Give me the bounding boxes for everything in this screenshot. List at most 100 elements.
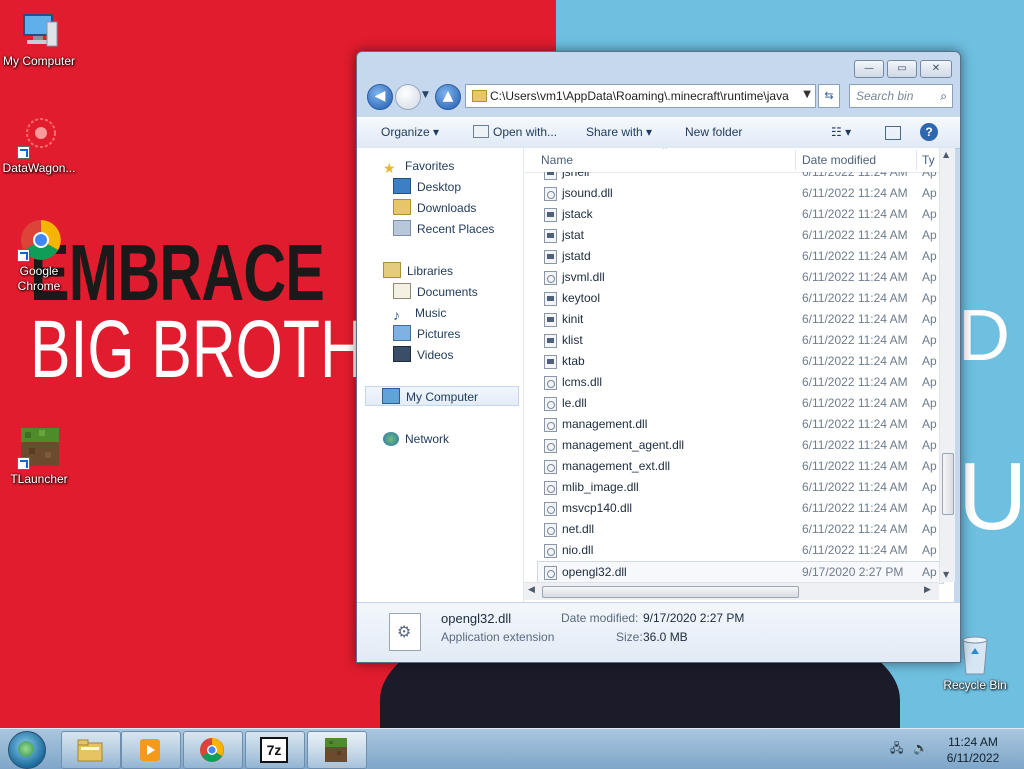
file-row[interactable]: nio.dll 6/11/2022 11:24 AM Ap — [538, 540, 943, 561]
file-row[interactable]: klist 6/11/2022 11:24 AM Ap — [538, 330, 943, 351]
taskbar-media-player[interactable] — [121, 731, 181, 769]
column-separator[interactable] — [795, 150, 796, 170]
refresh-button[interactable]: ⇆ — [818, 84, 840, 108]
nav-network[interactable]: Network — [383, 429, 449, 449]
nav-libraries[interactable]: Libraries — [383, 261, 453, 281]
column-name[interactable]: Name — [541, 153, 573, 167]
horizontal-scrollbar[interactable]: ◀ ▶ — [524, 582, 939, 600]
help-icon[interactable]: ? — [920, 123, 938, 141]
clock[interactable]: 11:24 AM 6/11/2022 — [930, 734, 1016, 766]
file-date-modified: 6/11/2022 11:24 AM — [802, 354, 908, 368]
file-name: kinit — [562, 312, 584, 326]
file-name: klist — [562, 333, 583, 347]
column-type[interactable]: Ty — [922, 153, 935, 167]
file-row[interactable]: msvcp140.dll 6/11/2022 11:24 AM Ap — [538, 498, 943, 519]
file-row[interactable]: jstack 6/11/2022 11:24 AM Ap — [538, 204, 943, 225]
file-row[interactable]: management.dll 6/11/2022 11:24 AM Ap — [538, 414, 943, 435]
desktop-icon-datawagon[interactable]: DataWagon... — [0, 115, 81, 176]
maximize-button[interactable]: ▭ — [887, 60, 917, 78]
executable-icon — [544, 172, 557, 180]
share-with-button[interactable]: Share with ▾ — [586, 125, 652, 139]
network-tray-icon[interactable]: 🖧 — [890, 741, 903, 755]
file-row[interactable]: net.dll 6/11/2022 11:24 AM Ap — [538, 519, 943, 540]
folder-icon — [472, 90, 487, 102]
address-bar[interactable]: C:\Users\vm1\AppData\Roaming\.minecraft\… — [465, 84, 816, 108]
search-input[interactable]: Search bin ⌕ — [849, 84, 953, 108]
file-row[interactable]: jstatd 6/11/2022 11:24 AM Ap — [538, 246, 943, 267]
column-date-modified[interactable]: Date modified — [802, 153, 876, 167]
grass-block-icon — [17, 426, 61, 470]
forward-button[interactable] — [395, 84, 421, 110]
nav-favorites[interactable]: ★ Favorites — [383, 156, 454, 176]
nav-downloads[interactable]: Downloads — [393, 198, 476, 218]
column-separator[interactable] — [916, 150, 917, 170]
caption-buttons: — ▭ ✕ — [851, 60, 952, 78]
minimize-button[interactable]: — — [854, 60, 884, 78]
scroll-thumb[interactable] — [542, 586, 799, 598]
computer-icon — [17, 8, 61, 52]
file-row[interactable]: jsvml.dll 6/11/2022 11:24 AM Ap — [538, 267, 943, 288]
file-row[interactable]: management_ext.dll 6/11/2022 11:24 AM Ap — [538, 456, 943, 477]
file-name: net.dll — [562, 522, 595, 536]
scroll-thumb[interactable] — [942, 453, 954, 515]
nav-pictures[interactable]: Pictures — [393, 324, 460, 344]
file-row[interactable]: keytool 6/11/2022 11:24 AM Ap — [538, 288, 943, 309]
up-button[interactable]: ▲ — [435, 84, 461, 110]
back-button[interactable]: ◀ — [367, 84, 393, 110]
start-button[interactable] — [8, 731, 46, 769]
address-row: ◀ ▼ ▲ C:\Users\vm1\AppData\Roaming\.mine… — [365, 82, 953, 110]
file-row[interactable]: lcms.dll 6/11/2022 11:24 AM Ap — [538, 372, 943, 393]
shortcut-arrow-icon — [17, 457, 30, 470]
scroll-right-icon[interactable]: ▶ — [924, 585, 931, 595]
nav-desktop[interactable]: Desktop — [393, 177, 461, 197]
scroll-left-icon[interactable]: ◀ — [528, 585, 535, 595]
desktop-icon-tlauncher[interactable]: TLauncher — [0, 426, 81, 487]
preview-pane-button[interactable] — [885, 126, 901, 140]
scroll-down-icon[interactable]: ▼ — [943, 570, 949, 579]
file-row[interactable]: management_agent.dll 6/11/2022 11:24 AM Ap — [538, 435, 943, 456]
open-with-button[interactable]: Open with... — [473, 125, 557, 139]
system-tray: 🖧 🔈 — [890, 739, 928, 760]
nav-music[interactable]: ♪ Music — [393, 303, 446, 323]
scroll-up-icon[interactable]: ▲ — [943, 150, 949, 159]
explorer-window[interactable]: — ▭ ✕ ◀ ▼ ▲ C:\Users\vm1\AppData\Roaming… — [356, 51, 961, 663]
close-button[interactable]: ✕ — [920, 60, 952, 78]
file-date-modified: 6/11/2022 11:24 AM — [802, 172, 908, 179]
nav-videos[interactable]: Videos — [393, 345, 453, 365]
file-row[interactable]: le.dll 6/11/2022 11:24 AM Ap — [538, 393, 943, 414]
nav-documents[interactable]: Documents — [393, 282, 478, 302]
pictures-icon — [393, 325, 411, 341]
recent-pages-chevron-icon[interactable]: ▼ — [422, 90, 429, 100]
dll-file-icon — [544, 481, 557, 495]
taskbar-explorer[interactable] — [61, 731, 121, 769]
organize-button[interactable]: Organize ▾ — [381, 125, 439, 139]
file-type: Ap — [922, 249, 937, 263]
dll-file-icon — [544, 397, 557, 411]
address-dropdown-icon[interactable]: ▼ — [803, 89, 811, 100]
taskbar-chrome[interactable] — [183, 731, 243, 769]
views-button[interactable]: ☷ ▾ — [831, 125, 851, 139]
file-row[interactable]: opengl32.dll 9/17/2020 2:27 PM Ap — [537, 561, 944, 584]
file-name: jstack — [562, 207, 593, 221]
desktop-icon-chrome[interactable]: Google Chrome — [0, 218, 81, 294]
desktop-icon — [393, 178, 411, 194]
taskbar-7zip[interactable]: 7z — [245, 731, 305, 769]
taskbar-tlauncher[interactable] — [307, 731, 367, 769]
file-row[interactable]: kinit 6/11/2022 11:24 AM Ap — [538, 309, 943, 330]
desktop-icon-my-computer[interactable]: My Computer — [0, 8, 81, 69]
volume-icon[interactable]: 🔈 — [913, 741, 928, 755]
vertical-scrollbar[interactable]: ▲ ▼ — [939, 148, 955, 582]
file-type: Ap — [922, 228, 937, 242]
file-row[interactable]: jshell 6/11/2022 11:24 AM Ap — [538, 172, 943, 183]
details-size-label: Size: — [616, 630, 643, 644]
new-folder-button[interactable]: New folder — [685, 125, 742, 139]
file-type: Ap — [922, 522, 937, 536]
file-row[interactable]: jstat 6/11/2022 11:24 AM Ap — [538, 225, 943, 246]
file-row[interactable]: jsound.dll 6/11/2022 11:24 AM Ap — [538, 183, 943, 204]
nav-recent-places[interactable]: Recent Places — [393, 219, 494, 239]
search-placeholder: Search bin — [856, 89, 914, 103]
file-row[interactable]: ktab 6/11/2022 11:24 AM Ap — [538, 351, 943, 372]
file-row[interactable]: mlib_image.dll 6/11/2022 11:24 AM Ap — [538, 477, 943, 498]
file-date-modified: 6/11/2022 11:24 AM — [802, 312, 908, 326]
nav-my-computer[interactable]: My Computer — [365, 386, 519, 406]
